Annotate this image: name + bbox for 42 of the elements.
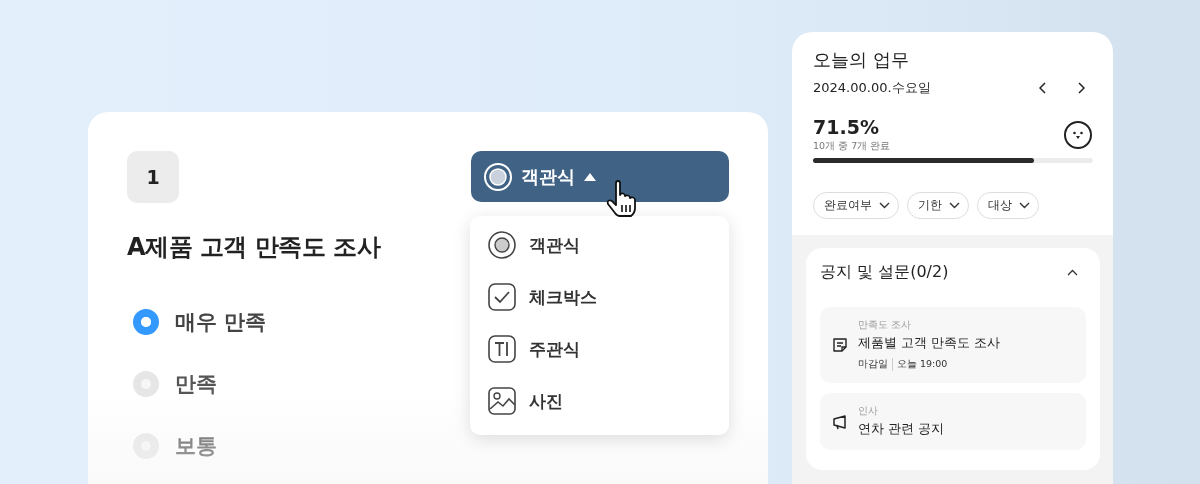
notice-title: 제품별 고객 만족도 조사 xyxy=(858,334,1001,352)
chevron-down-icon xyxy=(949,202,960,209)
survey-icon xyxy=(832,337,848,353)
deadline-value: 오늘 19:00 xyxy=(897,358,948,371)
section-title: 공지 및 설문(0/2) xyxy=(820,262,949,283)
question-title: A제품 고객 만족도 조사 xyxy=(127,232,381,263)
filter-dropdown[interactable]: 완료여부 xyxy=(813,192,899,219)
panel-title: 오늘의 업무 xyxy=(813,48,910,72)
menu-item[interactable]: 체크박스 xyxy=(487,282,712,312)
completion-summary: 10개 중 7개 완료 xyxy=(813,140,891,153)
question-number: 1 xyxy=(127,151,179,203)
radio-button[interactable] xyxy=(133,309,159,335)
filter-dropdown[interactable]: 기한 xyxy=(907,192,969,219)
menu-item[interactable]: 사진 xyxy=(487,386,712,416)
option-label: 보통 xyxy=(175,433,217,460)
chevron-down-icon xyxy=(1019,202,1030,209)
menu-item[interactable]: 객관식 xyxy=(487,230,712,260)
type-dropdown[interactable]: 객관식 xyxy=(471,151,729,202)
megaphone-icon xyxy=(832,413,848,430)
radio-icon xyxy=(487,230,517,260)
option-label: 만족 xyxy=(175,371,217,398)
filter-dropdown[interactable]: 대상 xyxy=(977,192,1039,219)
notice-title: 연차 관련 공지 xyxy=(858,420,945,438)
text-field-icon xyxy=(487,334,517,364)
image-icon xyxy=(487,386,517,416)
radio-icon xyxy=(483,161,513,192)
completion-percent: 71.5% xyxy=(813,116,880,138)
chevron-left-icon xyxy=(1039,82,1047,94)
chevron-right-icon xyxy=(1077,82,1085,94)
notice-category: 만족도 조사 xyxy=(858,319,913,332)
chevron-up-icon xyxy=(1067,269,1078,276)
chevron-down-icon xyxy=(879,202,890,209)
caret-up-icon xyxy=(583,171,597,182)
notice-item[interactable]: 만족도 조사 제품별 고객 만족도 조사 마감일 오늘 19:00 xyxy=(820,307,1086,383)
notice-category: 인사 xyxy=(858,405,879,418)
option-label: 매우 만족 xyxy=(175,309,267,336)
notice-item[interactable]: 인사 연차 관련 공지 xyxy=(820,393,1086,450)
checkbox-icon xyxy=(487,282,517,312)
smiley-icon xyxy=(1063,119,1093,150)
date-label: 2024.00.00.수요일 xyxy=(813,79,932,97)
deadline-label: 마감일 xyxy=(858,358,893,371)
menu-item[interactable]: 주관식 xyxy=(487,334,712,364)
